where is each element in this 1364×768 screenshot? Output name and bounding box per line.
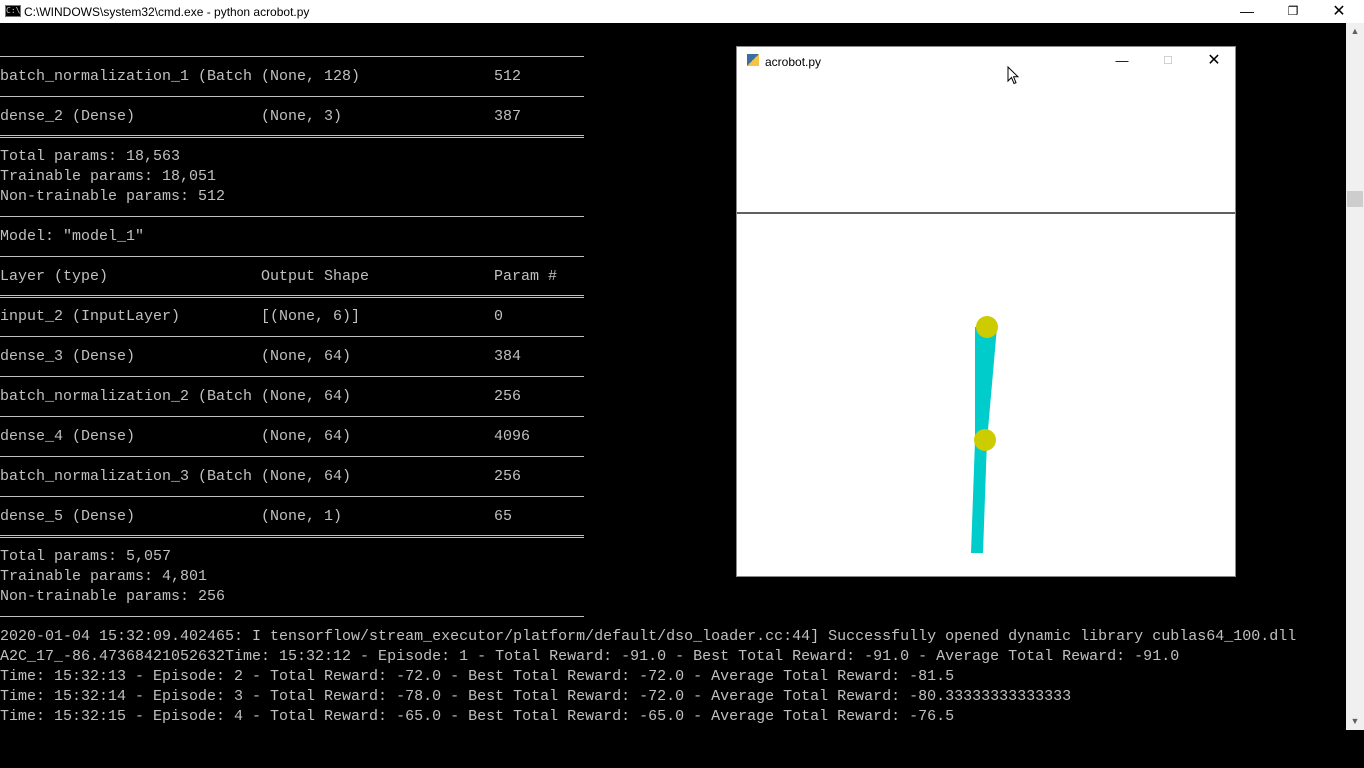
acrobot-middle-joint: [974, 429, 996, 451]
double-separator-rule: [0, 135, 584, 138]
layer-name-cell: Layer (type): [0, 268, 109, 285]
console-separator: [0, 607, 1346, 627]
layer-name-cell: dense_5 (Dense): [0, 508, 136, 525]
console-text-line: A2C_17_-86.47368421052632Time: 15:32:12 …: [0, 648, 1180, 665]
double-separator-rule: [0, 295, 584, 298]
output-shape-cell: Output Shape: [261, 268, 370, 285]
param-count-cell: 256: [494, 468, 522, 485]
param-count-cell: 256: [494, 388, 522, 405]
param-count-cell: 4096: [494, 428, 531, 445]
scroll-thumb[interactable]: [1347, 191, 1363, 207]
param-count-cell: 0: [494, 308, 504, 325]
separator-rule: [0, 336, 584, 337]
separator-rule: [0, 456, 584, 457]
separator-rule: [0, 56, 584, 57]
close-button[interactable]: ✕: [1316, 0, 1362, 23]
output-shape-cell: [(None, 6)]: [261, 308, 361, 325]
output-shape-cell: (None, 128): [261, 68, 361, 85]
layer-name-cell: dense_3 (Dense): [0, 348, 136, 365]
acrobot-top-joint: [976, 316, 998, 338]
param-count-cell: 384: [494, 348, 522, 365]
acrobot-maximize-button[interactable]: ☐: [1145, 47, 1191, 77]
console-scrollbar[interactable]: ▲ ▼: [1346, 23, 1364, 730]
layer-name-cell: batch_normalization_3 (Batch: [0, 468, 253, 485]
acrobot-titlebar[interactable]: acrobot.py — ☐ ✕: [737, 47, 1235, 77]
acrobot-window[interactable]: acrobot.py — ☐ ✕: [736, 46, 1236, 577]
layer-name-cell: dense_4 (Dense): [0, 428, 136, 445]
restore-button[interactable]: ❐: [1270, 0, 1316, 23]
output-shape-cell: (None, 64): [261, 428, 352, 445]
minimize-button[interactable]: —: [1224, 0, 1270, 23]
layer-name-cell: batch_normalization_1 (Batch: [0, 68, 253, 85]
param-count-cell: 387: [494, 108, 522, 125]
acrobot-window-title: acrobot.py: [765, 55, 822, 69]
console-text-line: Time: 15:32:14 - Episode: 3 - Total Rewa…: [0, 688, 1072, 705]
console-text-line: Time: 15:32:15 - Episode: 4 - Total Rewa…: [0, 708, 955, 725]
cmd-titlebar[interactable]: C:\ C:\WINDOWS\system32\cmd.exe - python…: [0, 0, 1364, 23]
output-shape-cell: (None, 64): [261, 388, 352, 405]
cmd-app-icon: C:\: [5, 5, 21, 17]
scroll-up-arrow-icon[interactable]: ▲: [1346, 23, 1364, 40]
cmd-window-title: C:\WINDOWS\system32\cmd.exe - python acr…: [24, 5, 310, 19]
layer-name-cell: dense_2 (Dense): [0, 108, 136, 125]
separator-rule: [0, 96, 584, 97]
separator-rule: [0, 216, 584, 217]
python-app-icon: [747, 54, 759, 66]
param-count-cell: 512: [494, 68, 522, 85]
separator-rule: [0, 256, 584, 257]
output-shape-cell: (None, 64): [261, 348, 352, 365]
acrobot-render-canvas: [737, 77, 1235, 576]
separator-rule: [0, 376, 584, 377]
scroll-down-arrow-icon[interactable]: ▼: [1346, 713, 1364, 730]
console-text-line: Non-trainable params: 256: [0, 588, 226, 605]
param-count-cell: 65: [494, 508, 513, 525]
console-text-line: 2020-01-04 15:32:09.402465: I tensorflow…: [0, 628, 1297, 645]
separator-rule: [0, 416, 584, 417]
output-shape-cell: (None, 3): [261, 108, 343, 125]
param-count-cell: Param #: [494, 268, 558, 285]
layer-name-cell: input_2 (InputLayer): [0, 308, 181, 325]
output-shape-cell: (None, 1): [261, 508, 343, 525]
console-text-line: Time: 15:32:13 - Episode: 2 - Total Rewa…: [0, 668, 955, 685]
layer-name-cell: batch_normalization_2 (Batch: [0, 388, 253, 405]
acrobot-close-button[interactable]: ✕: [1191, 47, 1237, 77]
separator-rule: [0, 496, 584, 497]
acrobot-minimize-button[interactable]: —: [1099, 47, 1145, 77]
output-shape-cell: (None, 64): [261, 468, 352, 485]
double-separator-rule: [0, 535, 584, 538]
mouse-pointer-icon: [1007, 66, 1019, 85]
separator-rule: [0, 616, 584, 617]
